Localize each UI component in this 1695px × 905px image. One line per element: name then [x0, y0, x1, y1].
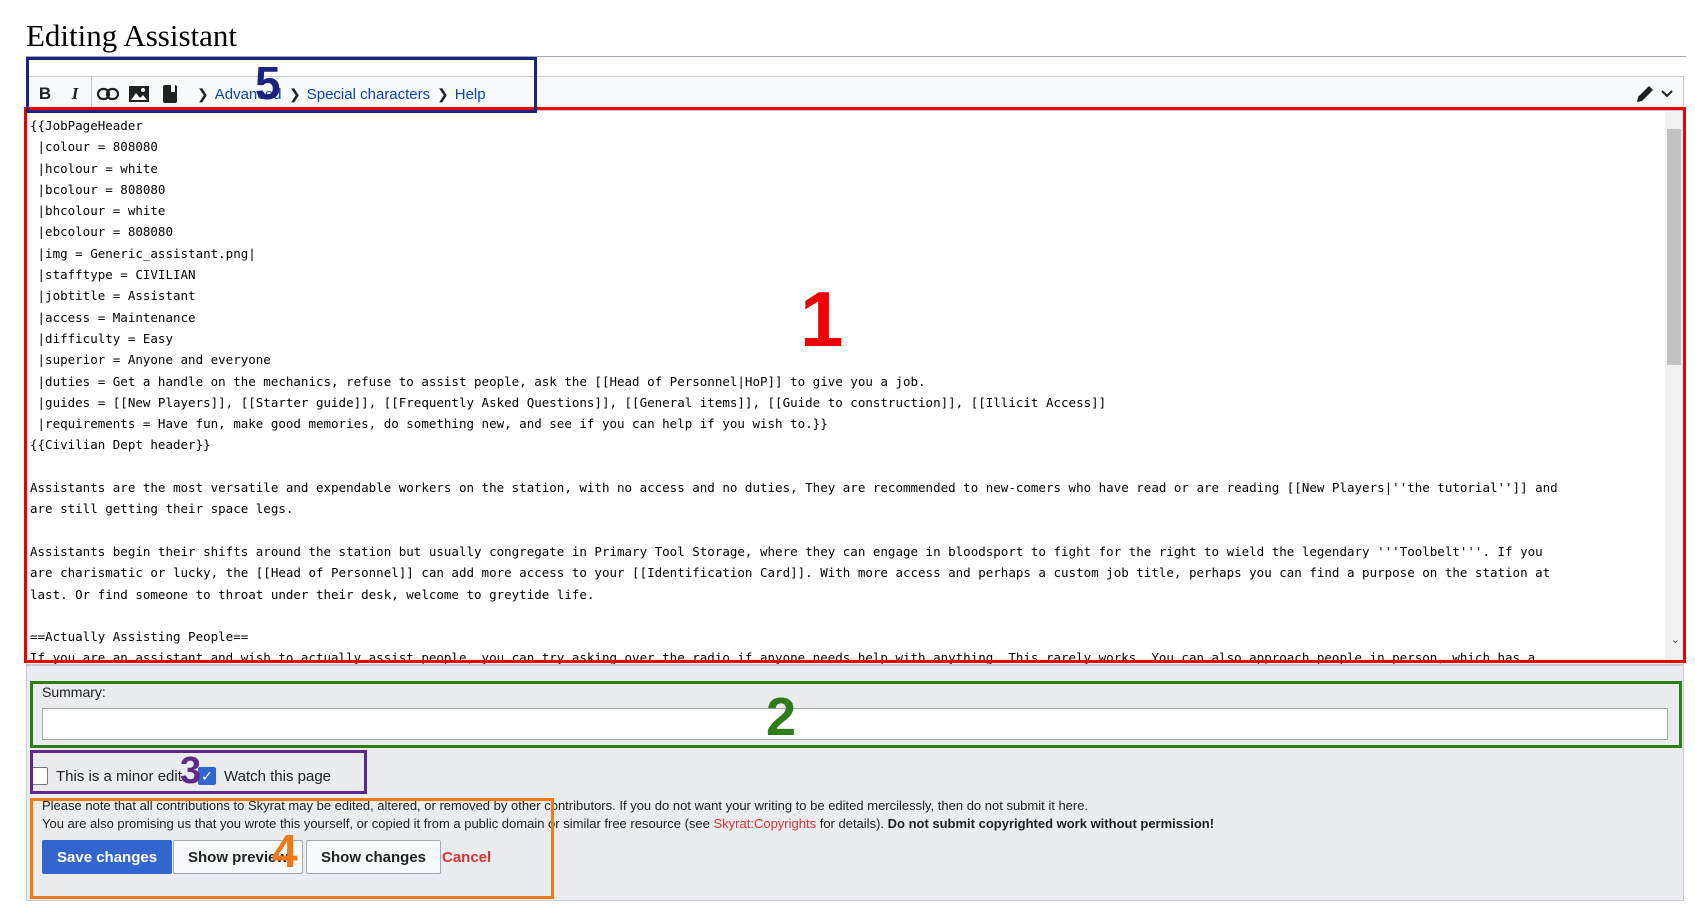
image-icon	[129, 86, 149, 102]
bold-button[interactable]: B	[33, 81, 57, 107]
special-characters-label[interactable]: Special characters	[307, 86, 430, 103]
cancel-link[interactable]: Cancel	[442, 849, 491, 866]
editing-mode-dropdown[interactable]	[1631, 81, 1677, 107]
help-link[interactable]: ❯ Help	[437, 86, 486, 103]
link-icon	[97, 87, 119, 101]
scroll-down-arrow-icon[interactable]: ⌄	[1671, 633, 1680, 646]
reference-button[interactable]	[159, 81, 181, 107]
annotation-label-5: 5	[255, 57, 281, 109]
pencil-icon	[1637, 86, 1653, 102]
italic-button[interactable]: I	[63, 81, 87, 107]
special-characters-link[interactable]: ❯ Special characters	[289, 86, 430, 103]
show-changes-button[interactable]: Show changes	[306, 840, 442, 874]
annotation-label-4: 4	[272, 825, 298, 877]
scrollbar-thumb[interactable]	[1667, 129, 1681, 365]
annotation-label-1: 1	[800, 275, 844, 363]
watch-page-label[interactable]: Watch this page	[224, 768, 331, 785]
copyrights-link[interactable]: Skyrat:Copyrights	[714, 816, 817, 831]
save-changes-button[interactable]: Save changes	[42, 840, 173, 874]
chevron-right-icon: ❯	[437, 86, 449, 102]
chevron-right-icon: ❯	[197, 86, 209, 102]
chevron-right-icon: ❯	[289, 86, 301, 102]
watch-page-option[interactable]: ✓ Watch this page	[198, 764, 331, 788]
wikitext-editor[interactable]: {{JobPageHeader |colour = 808080 |hcolou…	[26, 110, 1684, 665]
summary-input[interactable]	[42, 708, 1668, 740]
copyright-notice: You are also promising us that you wrote…	[42, 816, 1214, 831]
copyright-warning: Do not submit copyrighted work without p…	[887, 816, 1215, 831]
minor-edit-label[interactable]: This is a minor edit	[56, 768, 182, 785]
annotation-label-3: 3	[180, 750, 202, 792]
bold-icon: B	[38, 84, 52, 103]
help-label[interactable]: Help	[455, 86, 486, 103]
minor-edit-option[interactable]: This is a minor edit	[30, 764, 182, 788]
copyright-text-suffix: for details).	[816, 816, 888, 831]
checkmark-icon: ✓	[201, 767, 213, 784]
italic-icon: I	[71, 84, 79, 103]
copyright-text: You are also promising us that you wrote…	[42, 816, 714, 831]
editor-scrollbar[interactable]: ⌄	[1665, 111, 1683, 664]
annotation-label-2: 2	[766, 687, 797, 747]
chevron-down-icon	[1661, 90, 1673, 98]
reference-icon	[163, 85, 177, 103]
license-notice: Please note that all contributions to Sk…	[42, 798, 1089, 813]
page-title: Editing Assistant	[26, 18, 237, 53]
link-button[interactable]	[95, 81, 121, 107]
minor-edit-checkbox[interactable]	[30, 767, 48, 785]
toolbar-separator	[91, 77, 92, 111]
image-button[interactable]	[127, 81, 151, 107]
summary-label: Summary:	[42, 684, 106, 700]
wikitext-textarea[interactable]: {{JobPageHeader |colour = 808080 |hcolou…	[30, 115, 1660, 664]
